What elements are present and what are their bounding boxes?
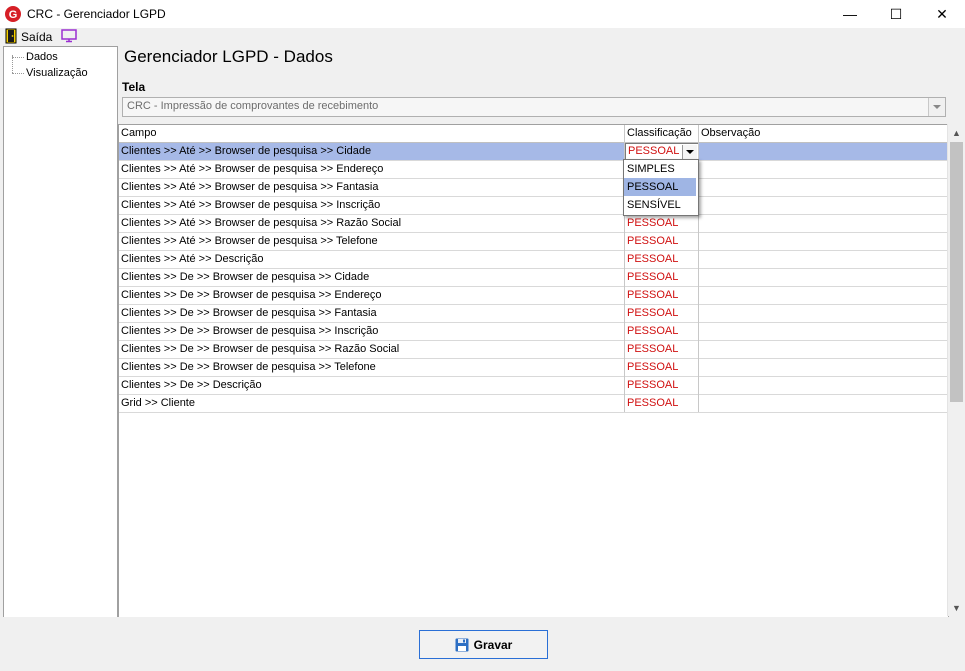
cell-observacao[interactable] <box>699 341 948 358</box>
cell-observacao[interactable] <box>699 359 948 376</box>
classification-dropdown-list[interactable]: SIMPLES PESSOAL SENSÍVEL <box>623 159 699 216</box>
tree-connector <box>12 73 24 74</box>
floppy-disk-icon <box>455 638 469 651</box>
maximize-button[interactable]: ☐ <box>873 0 919 28</box>
cell-classificacao[interactable]: PESSOAL <box>625 287 699 304</box>
cell-observacao[interactable] <box>699 395 948 412</box>
cell-campo[interactable]: Clientes >> De >> Browser de pesquisa >>… <box>119 341 624 358</box>
cell-campo[interactable]: Clientes >> De >> Browser de pesquisa >>… <box>119 269 624 286</box>
screen-select-value: CRC - Impressão de comprovantes de receb… <box>127 100 379 112</box>
table-row[interactable]: Clientes >> De >> Browser de pesquisa >>… <box>119 269 948 287</box>
cell-campo[interactable]: Clientes >> Até >> Browser de pesquisa >… <box>119 179 624 196</box>
cell-observacao[interactable] <box>699 323 948 340</box>
table-row[interactable]: Clientes >> De >> Browser de pesquisa >>… <box>119 305 948 323</box>
cell-campo[interactable]: Clientes >> Até >> Browser de pesquisa >… <box>119 143 624 160</box>
main-window: G CRC - Gerenciador LGPD — ☐ ✕ Saída Dad… <box>0 0 965 671</box>
dropdown-option-pessoal[interactable]: PESSOAL <box>624 178 696 196</box>
save-button[interactable]: Gravar <box>419 630 548 659</box>
table-row[interactable]: Clientes >> De >> Browser de pesquisa >>… <box>119 287 948 305</box>
exit-label: Saída <box>21 30 53 44</box>
exit-door-icon <box>5 28 17 44</box>
tree-connector <box>12 57 24 58</box>
cell-classificacao[interactable]: PESSOAL <box>625 233 699 250</box>
cell-campo[interactable]: Clientes >> Até >> Browser de pesquisa >… <box>119 197 624 214</box>
grid-header: Campo Classificação Observação <box>119 125 948 143</box>
cell-campo[interactable]: Clientes >> Até >> Browser de pesquisa >… <box>119 215 624 232</box>
table-row[interactable]: Clientes >> Até >> Browser de pesquisa >… <box>119 161 948 179</box>
title-bar[interactable]: G CRC - Gerenciador LGPD — ☐ ✕ <box>0 0 965 28</box>
table-row[interactable]: Clientes >> Até >> Descrição PESSOAL <box>119 251 948 269</box>
close-button[interactable]: ✕ <box>919 0 965 28</box>
window-title: CRC - Gerenciador LGPD <box>27 7 166 21</box>
fields-grid: Campo Classificação Observação Clientes … <box>118 124 949 618</box>
page-title: Gerenciador LGPD - Dados <box>124 47 333 66</box>
navigation-tree: Dados Visualização <box>3 46 118 620</box>
table-row[interactable]: Clientes >> Até >> Browser de pesquisa >… <box>119 233 948 251</box>
menu-bar: Saída <box>0 28 965 46</box>
cell-observacao[interactable] <box>699 305 948 322</box>
cell-observacao[interactable] <box>699 179 948 196</box>
column-header-classificacao[interactable]: Classificação <box>625 125 699 142</box>
scroll-thumb[interactable] <box>950 142 963 402</box>
cell-observacao[interactable] <box>699 287 948 304</box>
cell-observacao[interactable] <box>699 161 948 178</box>
screen-select-dropdown-button[interactable] <box>928 98 945 116</box>
cell-campo[interactable]: Clientes >> De >> Browser de pesquisa >>… <box>119 359 624 376</box>
table-row[interactable]: Clientes >> Até >> Browser de pesquisa >… <box>119 197 948 215</box>
column-header-campo[interactable]: Campo <box>119 125 624 142</box>
tree-item-visualizacao[interactable]: Visualização <box>26 67 88 79</box>
dropdown-option-sensivel[interactable]: SENSÍVEL <box>624 196 696 214</box>
cell-classificacao[interactable]: PESSOAL <box>625 305 699 322</box>
minimize-button[interactable]: — <box>827 0 873 28</box>
cell-campo[interactable]: Clientes >> Até >> Descrição <box>119 251 624 268</box>
cell-campo[interactable]: Clientes >> Até >> Browser de pesquisa >… <box>119 161 624 178</box>
cell-classificacao[interactable]: PESSOAL <box>625 377 699 394</box>
table-row[interactable]: Clientes >> De >> Descrição PESSOAL <box>119 377 948 395</box>
cell-campo[interactable]: Clientes >> De >> Descrição <box>119 377 624 394</box>
monitor-icon[interactable] <box>61 29 77 43</box>
cell-observacao[interactable] <box>699 197 948 214</box>
cell-observacao[interactable] <box>699 377 948 394</box>
table-row[interactable]: Clientes >> Até >> Browser de pesquisa >… <box>119 215 948 233</box>
cell-classificacao[interactable]: PESSOAL <box>625 359 699 376</box>
scroll-down-arrow-icon[interactable]: ▼ <box>948 599 965 616</box>
cell-observacao[interactable] <box>699 215 948 232</box>
cell-observacao[interactable] <box>699 233 948 250</box>
cell-classificacao[interactable]: PESSOAL <box>625 251 699 268</box>
chevron-down-icon <box>686 150 694 154</box>
tree-item-dados[interactable]: Dados <box>26 51 58 63</box>
table-row[interactable]: Clientes >> De >> Browser de pesquisa >>… <box>119 359 948 377</box>
classification-dropdown-button[interactable] <box>682 145 697 159</box>
chevron-down-icon <box>933 105 941 109</box>
table-row[interactable]: Clientes >> De >> Browser de pesquisa >>… <box>119 323 948 341</box>
cell-campo[interactable]: Grid >> Cliente <box>119 395 624 412</box>
svg-text:G: G <box>9 9 18 21</box>
table-row[interactable]: Clientes >> Até >> Browser de pesquisa >… <box>119 143 948 161</box>
app-logo-icon: G <box>5 6 21 22</box>
column-header-observacao[interactable]: Observação <box>699 125 948 142</box>
cell-campo[interactable]: Clientes >> De >> Browser de pesquisa >>… <box>119 305 624 322</box>
cell-observacao[interactable] <box>699 143 948 160</box>
classification-editor-value: PESSOAL <box>628 145 680 157</box>
grid-vertical-scrollbar[interactable]: ▲ ▼ <box>947 124 965 616</box>
table-row[interactable]: Grid >> Cliente PESSOAL <box>119 395 948 413</box>
scroll-up-arrow-icon[interactable]: ▲ <box>948 124 965 141</box>
cell-campo[interactable]: Clientes >> De >> Browser de pesquisa >>… <box>119 287 624 304</box>
cell-campo[interactable]: Clientes >> De >> Browser de pesquisa >>… <box>119 323 624 340</box>
cell-campo[interactable]: Clientes >> Até >> Browser de pesquisa >… <box>119 233 624 250</box>
screen-select[interactable]: CRC - Impressão de comprovantes de receb… <box>122 97 946 117</box>
table-row[interactable]: Clientes >> De >> Browser de pesquisa >>… <box>119 341 948 359</box>
cell-classificacao[interactable]: PESSOAL <box>625 269 699 286</box>
cell-classificacao[interactable]: PESSOAL <box>625 395 699 412</box>
cell-observacao[interactable] <box>699 251 948 268</box>
dropdown-option-simples[interactable]: SIMPLES <box>624 160 696 178</box>
tela-label: Tela <box>122 80 146 94</box>
cell-observacao[interactable] <box>699 269 948 286</box>
cell-classificacao[interactable]: PESSOAL <box>625 215 699 232</box>
cell-classificacao[interactable]: PESSOAL <box>625 323 699 340</box>
save-label: Gravar <box>473 637 513 652</box>
table-row[interactable]: Clientes >> Até >> Browser de pesquisa >… <box>119 179 948 197</box>
cell-classificacao[interactable]: PESSOAL <box>625 341 699 358</box>
